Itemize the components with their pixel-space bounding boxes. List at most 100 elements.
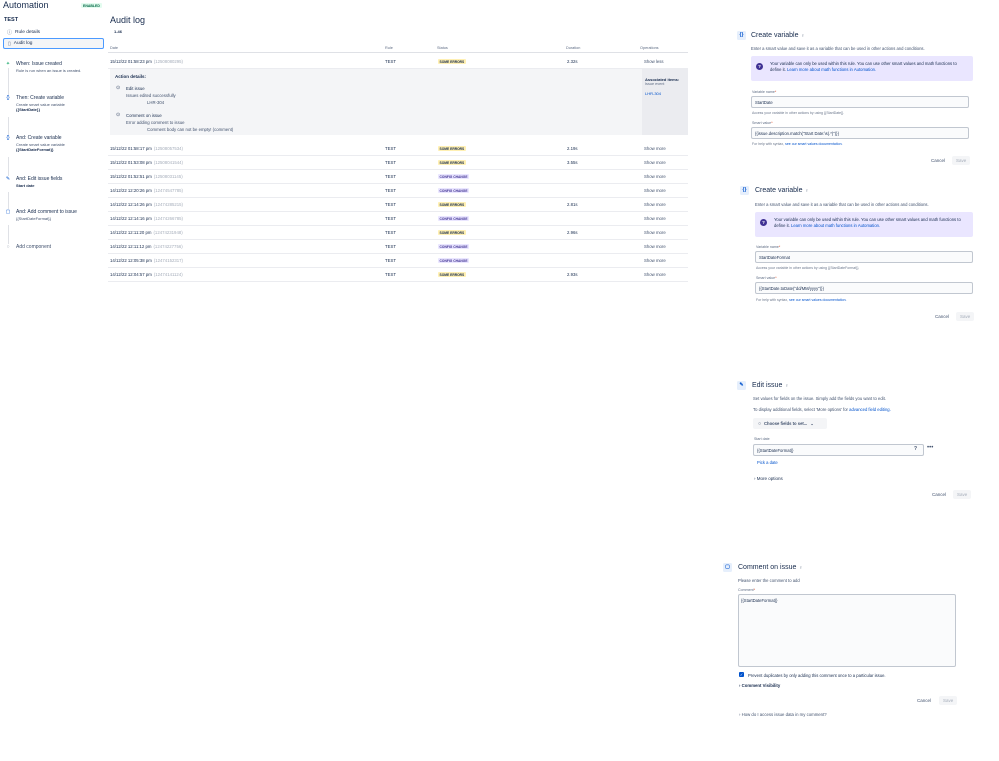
field-label: Variable name* <box>756 245 780 249</box>
field-label-text: Comment <box>738 588 754 592</box>
show-more-link[interactable]: Show more <box>644 216 666 221</box>
bolt-icon: ✦ <box>5 61 11 67</box>
show-more-link[interactable]: Show more <box>644 174 666 179</box>
variable-name-input[interactable]: StartDate <box>751 96 969 108</box>
action-details: Action details: ⊙ Edit issue Issues edit… <box>110 69 688 135</box>
table-row: 14/12/22 12:11:20 pm (12474231948) TEST SOM… <box>108 226 688 240</box>
braces-icon: {} <box>737 31 746 40</box>
help-prefix: For help with syntax, <box>756 298 789 302</box>
info-text: Your variable can only be used within th… <box>774 217 964 229</box>
rule-cell: TEST <box>385 188 396 193</box>
status-badge: SOME ERRORS <box>438 146 466 151</box>
component-title: And: Create variable <box>16 135 62 141</box>
date-cell: 15/12/22 01:58:23 pm (12508080295) <box>110 59 183 64</box>
rule-name: TEST <box>4 17 19 23</box>
pick-date-link[interactable]: Pick a date <box>757 460 778 465</box>
lightbulb-icon[interactable]: ♀ <box>801 33 805 39</box>
docs-link[interactable]: see our smart values documentation. <box>789 298 846 302</box>
status-badge: SOME ERRORS <box>438 230 466 235</box>
associated-items: Associated items: Issue event LHR-304 <box>642 69 688 135</box>
enabled-badge[interactable]: ENABLED <box>81 3 102 8</box>
smart-value-input[interactable]: {{issue.description.match("Start Date:\s… <box>751 127 969 139</box>
execution-id: (12474152317) <box>153 258 183 263</box>
more-options-toggle[interactable]: › More options <box>754 476 783 481</box>
col-date: Date <box>110 46 119 50</box>
lightbulb-icon[interactable]: ♀ <box>785 383 789 389</box>
component-create-variable-2[interactable]: {} And: Create variable Create smart val… <box>5 135 105 157</box>
assoc-issue-link[interactable]: LHR-304 <box>645 91 661 96</box>
table-row: 14/12/22 12:04:57 pm (12474141124) TEST SOM… <box>108 268 688 282</box>
more-icon[interactable]: ••• <box>927 445 933 451</box>
panel-desc: Enter a smart value and save it as a var… <box>751 46 925 51</box>
smart-value-input[interactable]: {{StartDate.toDate("dd/MM/yyyy")}} <box>755 282 973 294</box>
status-badge: SOME ERRORS <box>438 160 466 165</box>
cancel-button[interactable]: Cancel <box>931 158 945 163</box>
panel-desc: Please enter the comment to add <box>738 578 800 583</box>
add-component-button[interactable]: ○ Add component <box>5 244 105 252</box>
plus-circle-icon: ○ <box>6 244 10 250</box>
lightbulb-icon[interactable]: ♀ <box>799 565 803 571</box>
chooser-label: Choose fields to set... <box>764 421 808 426</box>
component-edit-issue[interactable]: ✎ And: Edit issue fields Start date <box>5 176 105 192</box>
save-button[interactable]: Save <box>953 490 972 499</box>
info-icon: ⓘ <box>7 30 13 36</box>
cancel-button[interactable]: Cancel <box>935 314 949 319</box>
show-more-link[interactable]: Show more <box>644 160 666 165</box>
component-add-comment[interactable]: ▢ And: Add comment to issue {{StartDateF… <box>5 209 105 225</box>
cancel-button[interactable]: Cancel <box>932 492 946 497</box>
comment-help-toggle[interactable]: › How do I access issue data in my comme… <box>739 712 827 717</box>
action-title: Edit issue <box>126 86 145 91</box>
docs-link[interactable]: see our smart values documentation. <box>785 142 842 146</box>
component-create-variable-1[interactable]: {} Then: Create variable Create smart va… <box>5 95 105 117</box>
variable-name-input[interactable]: StartDateFormat <box>755 251 973 263</box>
execution-id: (12474231948) <box>153 230 183 235</box>
component-title: When: Issue created <box>16 61 62 67</box>
table-row: 15/12/22 01:52:51 pm (12508031145) TEST CON… <box>108 170 688 184</box>
nav-rule-details[interactable]: ⓘ Rule details <box>3 27 104 38</box>
choose-fields-dropdown[interactable]: ○ Choose fields to set... ⌄ <box>753 418 827 429</box>
table-row: 14/12/22 12:05:38 pm (12474152317) TEST CON… <box>108 254 688 268</box>
date-cell: 14/12/22 12:04:57 pm (12474141124) <box>110 272 183 277</box>
execution-id: (12508031145) <box>153 174 183 179</box>
save-button[interactable]: Save <box>956 312 975 321</box>
save-button[interactable]: Save <box>939 696 958 705</box>
show-more-link[interactable]: Show more <box>644 188 666 193</box>
comment-visibility-toggle[interactable]: › Comment Visibility <box>739 683 780 688</box>
lightbulb-icon[interactable]: ♀ <box>805 188 809 194</box>
chevron-right-icon: › <box>754 476 756 481</box>
show-more-link[interactable]: Show more <box>644 202 666 207</box>
advanced-editing-link[interactable]: advanced field editing. <box>849 407 891 412</box>
date-cell: 15/12/22 01:52:51 pm (12508031145) <box>110 174 183 179</box>
braces-icon: {} <box>6 135 10 141</box>
show-more-link[interactable]: Show more <box>644 230 666 235</box>
execution-id: (12508057534) <box>153 146 183 151</box>
sidebar: Automation ENABLED TEST ⓘ Rule details ▯… <box>0 0 106 761</box>
execution-id: (12508041544) <box>153 160 183 165</box>
info-link[interactable]: Learn more about math functions in Autom… <box>787 67 876 72</box>
comment-textarea[interactable]: {{StartDateFormat}} <box>738 594 956 667</box>
prevent-duplicates-checkbox[interactable]: ✓ <box>739 672 744 677</box>
nav-audit-log[interactable]: ▯ Audit log <box>3 38 104 49</box>
component-value: {{StartDate}} <box>16 107 41 112</box>
question-icon: ? <box>756 63 763 70</box>
duration-cell: 2.32s <box>567 59 578 64</box>
show-more-link[interactable]: Show less <box>644 59 664 64</box>
required-mark: * <box>775 276 777 280</box>
component-trigger[interactable]: ✦ When: Issue created Rule is run when a… <box>5 61 105 77</box>
status-badge: SOME ERRORS <box>438 272 466 277</box>
show-more-link[interactable]: Show more <box>644 258 666 263</box>
cancel-button[interactable]: Cancel <box>917 698 931 703</box>
show-more-link[interactable]: Show more <box>644 244 666 249</box>
field-label-text: Variable name <box>756 245 779 249</box>
more-options-label: More options <box>756 476 783 481</box>
show-more-link[interactable]: Show more <box>644 146 666 151</box>
component-title: And: Edit issue fields <box>16 176 63 182</box>
show-more-link[interactable]: Show more <box>644 272 666 277</box>
date-text: 14/12/22 12:14:16 pm <box>110 216 152 221</box>
info-link[interactable]: Learn more about math functions in Autom… <box>791 223 880 228</box>
start-date-input[interactable]: {{StartDateFormat}} <box>753 444 924 456</box>
col-status: Status <box>437 46 448 50</box>
help-icon[interactable]: ? <box>914 446 917 452</box>
status-badge: CONFIG CHANGE <box>438 244 470 249</box>
save-button[interactable]: Save <box>952 156 971 165</box>
